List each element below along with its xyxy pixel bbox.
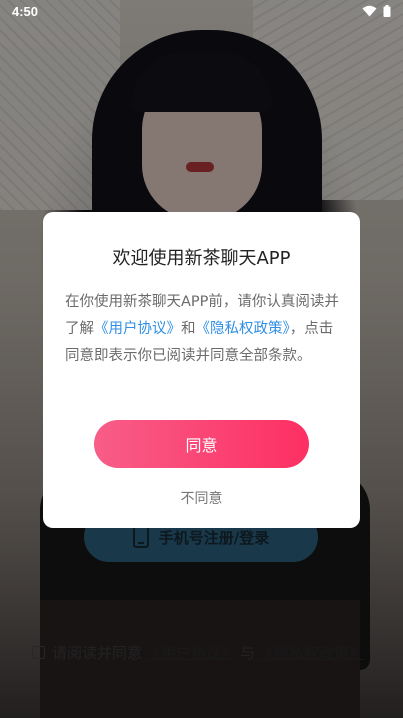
dialog-body: 在你使用新茶聊天APP前，请你认真阅读并了解《用户协议》和《隐私权政策》，点击同… bbox=[65, 289, 341, 370]
disagree-button[interactable]: 不同意 bbox=[43, 488, 360, 508]
status-time: 4:50 bbox=[12, 4, 39, 19]
privacy-consent-dialog: 欢迎使用新茶聊天APP 在你使用新茶聊天APP前，请你认真阅读并了解《用户协议》… bbox=[43, 212, 360, 528]
privacy-policy-link[interactable]: 《隐私权政策》 bbox=[196, 321, 290, 337]
dialog-body-and: 和 bbox=[181, 321, 196, 337]
dialog-title: 欢迎使用新茶聊天APP bbox=[112, 248, 291, 269]
battery-icon bbox=[383, 5, 391, 17]
agree-button[interactable]: 同意 bbox=[94, 420, 309, 468]
wifi-icon bbox=[362, 5, 377, 17]
status-bar: 4:50 bbox=[0, 0, 403, 24]
user-agreement-link[interactable]: 《用户协议》 bbox=[94, 321, 181, 337]
